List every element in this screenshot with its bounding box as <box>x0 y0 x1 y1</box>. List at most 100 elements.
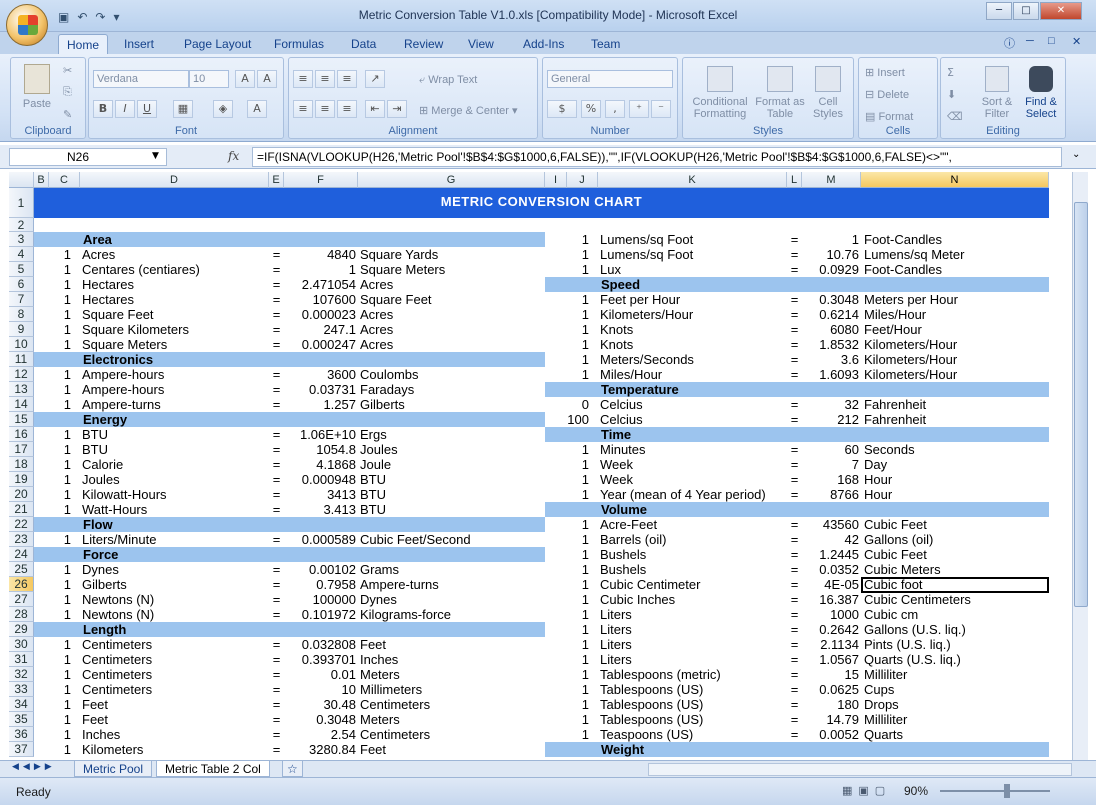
quantity-cell[interactable]: 1 <box>49 667 71 682</box>
target-unit-cell[interactable]: BTU <box>360 472 386 487</box>
equals-cell[interactable]: = <box>269 667 284 682</box>
row-header[interactable]: 11 <box>9 352 34 367</box>
category-heading[interactable]: Force <box>83 547 118 562</box>
format-painter-icon[interactable]: ✎ <box>63 108 72 121</box>
increase-indent-icon[interactable]: ⇥ <box>387 100 407 118</box>
equals-cell[interactable]: = <box>787 697 802 712</box>
target-unit-cell[interactable]: Gallons (oil) <box>864 532 933 547</box>
formula-input[interactable]: =IF(ISNA(VLOOKUP(H26,'Metric Pool'!$B$4:… <box>252 147 1062 167</box>
value-cell[interactable]: 0.0625 <box>802 682 859 697</box>
ribbon-close-icon[interactable]: ✕ <box>1072 35 1081 48</box>
unit-cell[interactable]: Newtons (N) <box>82 607 154 622</box>
equals-cell[interactable]: = <box>787 712 802 727</box>
quantity-cell[interactable]: 1 <box>49 487 71 502</box>
equals-cell[interactable]: = <box>269 472 284 487</box>
quantity-cell[interactable]: 1 <box>545 232 589 247</box>
value-cell[interactable]: 4E-05 <box>802 577 859 592</box>
row-header[interactable]: 2 <box>9 218 34 232</box>
target-unit-cell[interactable]: Grams <box>360 562 399 577</box>
font-size-select[interactable]: 10 <box>189 70 229 88</box>
unit-cell[interactable]: Gilberts <box>82 577 127 592</box>
value-cell[interactable]: 0.01 <box>284 667 356 682</box>
unit-cell[interactable]: Acres <box>82 247 115 262</box>
row-header[interactable]: 37 <box>9 742 34 757</box>
target-unit-cell[interactable]: Meters <box>360 712 400 727</box>
target-unit-cell[interactable]: Kilometers/Hour <box>864 337 957 352</box>
merge-center-button[interactable]: ⊞ Merge & Center ▾ <box>419 104 518 117</box>
percent-button[interactable]: % <box>581 100 601 118</box>
target-unit-cell[interactable]: Joule <box>360 457 391 472</box>
unit-cell[interactable]: Celcius <box>600 397 643 412</box>
cell-styles-button[interactable]: Cell Styles <box>805 66 851 120</box>
row-header[interactable]: 29 <box>9 622 34 637</box>
clear-icon[interactable]: ⌫ <box>947 110 963 123</box>
row-header[interactable]: 15 <box>9 412 34 427</box>
category-heading[interactable]: Volume <box>601 502 647 517</box>
unit-cell[interactable]: Centimeters <box>82 652 152 667</box>
target-unit-cell[interactable]: Lumens/sq Meter <box>864 247 964 262</box>
align-left-icon[interactable]: ≡ <box>293 100 313 118</box>
quantity-cell[interactable]: 1 <box>545 577 589 592</box>
maximize-button[interactable]: □ <box>1013 2 1039 20</box>
quantity-cell[interactable]: 1 <box>545 532 589 547</box>
unit-cell[interactable]: Minutes <box>600 442 646 457</box>
unit-cell[interactable]: Barrels (oil) <box>600 532 666 547</box>
tab-page-layout[interactable]: Page Layout <box>176 34 259 54</box>
target-unit-cell[interactable]: Centimeters <box>360 727 430 742</box>
value-cell[interactable]: 30.48 <box>284 697 356 712</box>
unit-cell[interactable]: Tablespoons (US) <box>600 712 703 727</box>
target-unit-cell[interactable]: Quarts (U.S. liq.) <box>864 652 961 667</box>
zoom-slider-knob[interactable] <box>1004 784 1010 798</box>
equals-cell[interactable]: = <box>269 307 284 322</box>
equals-cell[interactable]: = <box>787 727 802 742</box>
quantity-cell[interactable]: 1 <box>545 682 589 697</box>
value-cell[interactable]: 1.0567 <box>802 652 859 667</box>
value-cell[interactable]: 7 <box>802 457 859 472</box>
column-header[interactable]: L <box>787 172 802 188</box>
underline-button[interactable]: U <box>137 100 157 118</box>
target-unit-cell[interactable]: Feet/Hour <box>864 322 922 337</box>
quantity-cell[interactable]: 1 <box>545 652 589 667</box>
value-cell[interactable]: 60 <box>802 442 859 457</box>
unit-cell[interactable]: Knots <box>600 322 633 337</box>
target-unit-cell[interactable]: Millimeters <box>360 682 422 697</box>
equals-cell[interactable]: = <box>787 412 802 427</box>
unit-cell[interactable]: Calorie <box>82 457 123 472</box>
find-select-button[interactable]: Find & Select <box>1019 66 1063 120</box>
currency-button[interactable]: $ <box>547 100 577 118</box>
row-header[interactable]: 9 <box>9 322 34 337</box>
row-header[interactable]: 20 <box>9 487 34 502</box>
unit-cell[interactable]: Newtons (N) <box>82 592 154 607</box>
category-heading[interactable]: Energy <box>83 412 127 427</box>
scroll-thumb[interactable] <box>1074 202 1088 607</box>
quantity-cell[interactable]: 1 <box>545 727 589 742</box>
zoom-level[interactable]: 90% <box>904 784 928 798</box>
equals-cell[interactable]: = <box>269 502 284 517</box>
value-cell[interactable]: 42 <box>802 532 859 547</box>
quantity-cell[interactable]: 1 <box>49 442 71 457</box>
column-header[interactable]: G <box>358 172 545 188</box>
target-unit-cell[interactable]: Kilograms-force <box>360 607 451 622</box>
quantity-cell[interactable]: 1 <box>49 427 71 442</box>
align-bottom-icon[interactable]: ≡ <box>337 70 357 88</box>
row-header[interactable]: 1 <box>9 188 34 218</box>
value-cell[interactable]: 0.032808 <box>284 637 356 652</box>
value-cell[interactable]: 2.54 <box>284 727 356 742</box>
unit-cell[interactable]: Ampere-turns <box>82 397 161 412</box>
column-header[interactable]: K <box>598 172 787 188</box>
target-unit-cell[interactable]: Milliliter <box>864 667 907 682</box>
row-header[interactable]: 10 <box>9 337 34 352</box>
unit-cell[interactable]: Centimeters <box>82 667 152 682</box>
column-header[interactable]: F <box>284 172 358 188</box>
tab-review[interactable]: Review <box>396 34 451 54</box>
equals-cell[interactable]: = <box>787 352 802 367</box>
unit-cell[interactable]: Lumens/sq Foot <box>600 247 693 262</box>
unit-cell[interactable]: Joules <box>82 472 120 487</box>
equals-cell[interactable]: = <box>269 487 284 502</box>
wrap-text-button[interactable]: ⤶ Wrap Text <box>419 74 477 87</box>
equals-cell[interactable]: = <box>787 457 802 472</box>
equals-cell[interactable]: = <box>269 577 284 592</box>
equals-cell[interactable]: = <box>269 727 284 742</box>
tab-insert[interactable]: Insert <box>116 34 162 54</box>
unit-cell[interactable]: Kilowatt-Hours <box>82 487 167 502</box>
